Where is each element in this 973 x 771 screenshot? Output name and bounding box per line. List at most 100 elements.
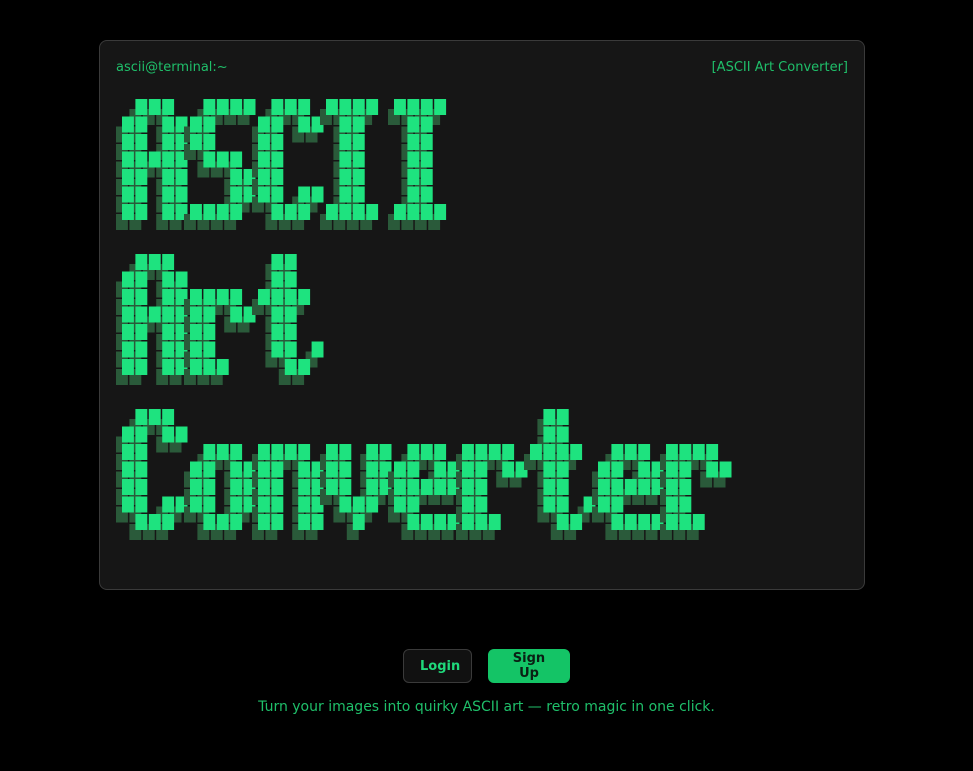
ascii-pixel-block <box>122 169 134 185</box>
ascii-pixel-block <box>366 444 379 460</box>
ascii-pixel-block <box>638 514 651 530</box>
ascii-pixel-block <box>420 186 433 203</box>
ascii-pixel-block <box>162 306 175 323</box>
ascii-pixel-block <box>556 461 569 478</box>
ascii-pixel-block <box>462 461 474 478</box>
ascii-pixel-block <box>258 496 270 513</box>
ascii-pixel-block <box>679 514 692 530</box>
ascii-pixel-block <box>434 444 447 460</box>
ascii-pixel-block <box>258 169 270 185</box>
ascii-pixel-block <box>488 444 501 460</box>
ascii-pixel-block <box>230 169 243 185</box>
ascii-pixel-block <box>420 169 433 185</box>
ascii-pixel-block <box>311 514 324 530</box>
ascii-pixel-block <box>122 359 134 375</box>
ascii-pixel-block <box>284 324 297 340</box>
ascii-pixel-block <box>352 514 365 530</box>
ascii-pixel-block <box>122 271 134 288</box>
login-button[interactable]: Login <box>403 649 472 683</box>
ascii-pixel-block <box>216 99 229 115</box>
ascii-pixel-block <box>284 289 297 305</box>
terminal-prompt: ascii@terminal:~ <box>116 60 228 75</box>
ascii-pixel-block <box>122 204 134 220</box>
ascii-pixel-block <box>203 151 216 168</box>
ascii-pixel-block <box>598 479 610 495</box>
ascii-pixel-block <box>339 479 352 495</box>
ascii-pixel-block <box>122 479 134 495</box>
ascii-pixel-block <box>135 444 148 460</box>
ascii-pixel-block <box>543 409 556 425</box>
ascii-pixel-block <box>216 514 229 530</box>
ascii-pixel-block <box>543 496 556 513</box>
ascii-pixel-block <box>679 496 692 513</box>
ascii-pixel-block <box>502 461 515 478</box>
ascii-pixel-block <box>352 496 365 513</box>
ascii-pixel-block <box>366 461 379 478</box>
ascii-pixel-block <box>570 514 583 530</box>
ascii-pixel-block <box>339 461 352 478</box>
ascii-pixel-block <box>271 204 284 220</box>
ascii-pixel-block <box>162 514 175 530</box>
ascii-pixel-block <box>407 186 420 203</box>
ascii-pixel-block <box>203 204 216 220</box>
ascii-pixel-block <box>230 306 243 323</box>
ascii-pixel-block <box>203 289 216 305</box>
ascii-pixel-block <box>230 289 243 305</box>
ascii-pixel-block <box>216 444 229 460</box>
ascii-pixel-block <box>162 99 175 115</box>
ascii-pixel-block <box>271 479 284 495</box>
ascii-pixel-block <box>148 409 161 425</box>
ascii-pixel-block <box>148 254 161 270</box>
ascii-pixel-block <box>148 151 161 168</box>
ascii-pixel-block <box>570 444 583 460</box>
ascii-pixel-block <box>135 409 148 425</box>
tagline: Turn your images into quirky ASCII art —… <box>258 699 715 715</box>
ascii-pixel-block <box>230 444 243 460</box>
terminal-title: [ASCII Art Converter] <box>711 60 848 75</box>
ascii-pixel-block <box>190 479 202 495</box>
ascii-pixel-block <box>298 204 311 220</box>
ascii-pixel-block <box>488 514 501 530</box>
auth-buttons: Login Sign Up <box>0 649 973 683</box>
ascii-pixel-block <box>190 134 202 150</box>
ascii-pixel-block <box>190 204 202 220</box>
ascii-pixel-block <box>706 461 719 478</box>
ascii-pixel-block <box>162 409 175 425</box>
ascii-pixel-block <box>326 99 338 115</box>
ascii-pixel-block <box>258 134 270 150</box>
ascii-pixel-block <box>298 116 311 133</box>
ascii-pixel-block <box>407 134 420 150</box>
ascii-pixel-block <box>203 444 216 460</box>
ascii-pixel-block <box>624 444 637 460</box>
ascii-pixel-block <box>543 479 556 495</box>
ascii-art-line <box>116 254 324 385</box>
ascii-pixel-block <box>135 461 148 478</box>
ascii-pixel-block <box>502 444 515 460</box>
ascii-pixel-block <box>190 359 202 375</box>
ascii-pixel-block <box>271 496 284 513</box>
ascii-pixel-block <box>407 116 420 133</box>
ascii-pixel-block <box>284 99 297 115</box>
ascii-pixel-block <box>666 514 678 530</box>
ascii-pixel-block <box>190 116 202 133</box>
ascii-pixel-block <box>420 116 433 133</box>
ascii-pixel-block <box>706 444 719 460</box>
ascii-pixel-block <box>271 514 284 530</box>
ascii-pixel-block <box>339 186 352 203</box>
ascii-pixel-block <box>556 426 569 443</box>
ascii-pixel-block <box>556 479 569 495</box>
signup-button[interactable]: Sign Up <box>488 649 570 683</box>
ascii-pixel-block <box>162 169 175 185</box>
ascii-pixel-block <box>530 444 542 460</box>
ascii-pixel-block <box>556 496 569 513</box>
ascii-pixel-block <box>352 169 365 185</box>
ascii-pixel-block <box>271 271 284 288</box>
ascii-pixel-block <box>258 479 270 495</box>
ascii-pixel-block <box>475 444 488 460</box>
ascii-pixel-block <box>475 514 488 530</box>
ascii-pixel-block <box>420 99 433 115</box>
ascii-pixel-block <box>175 426 188 443</box>
ascii-pixel-block <box>148 514 161 530</box>
ascii-pixel-block <box>407 444 420 460</box>
ascii-pixel-block <box>135 99 148 115</box>
